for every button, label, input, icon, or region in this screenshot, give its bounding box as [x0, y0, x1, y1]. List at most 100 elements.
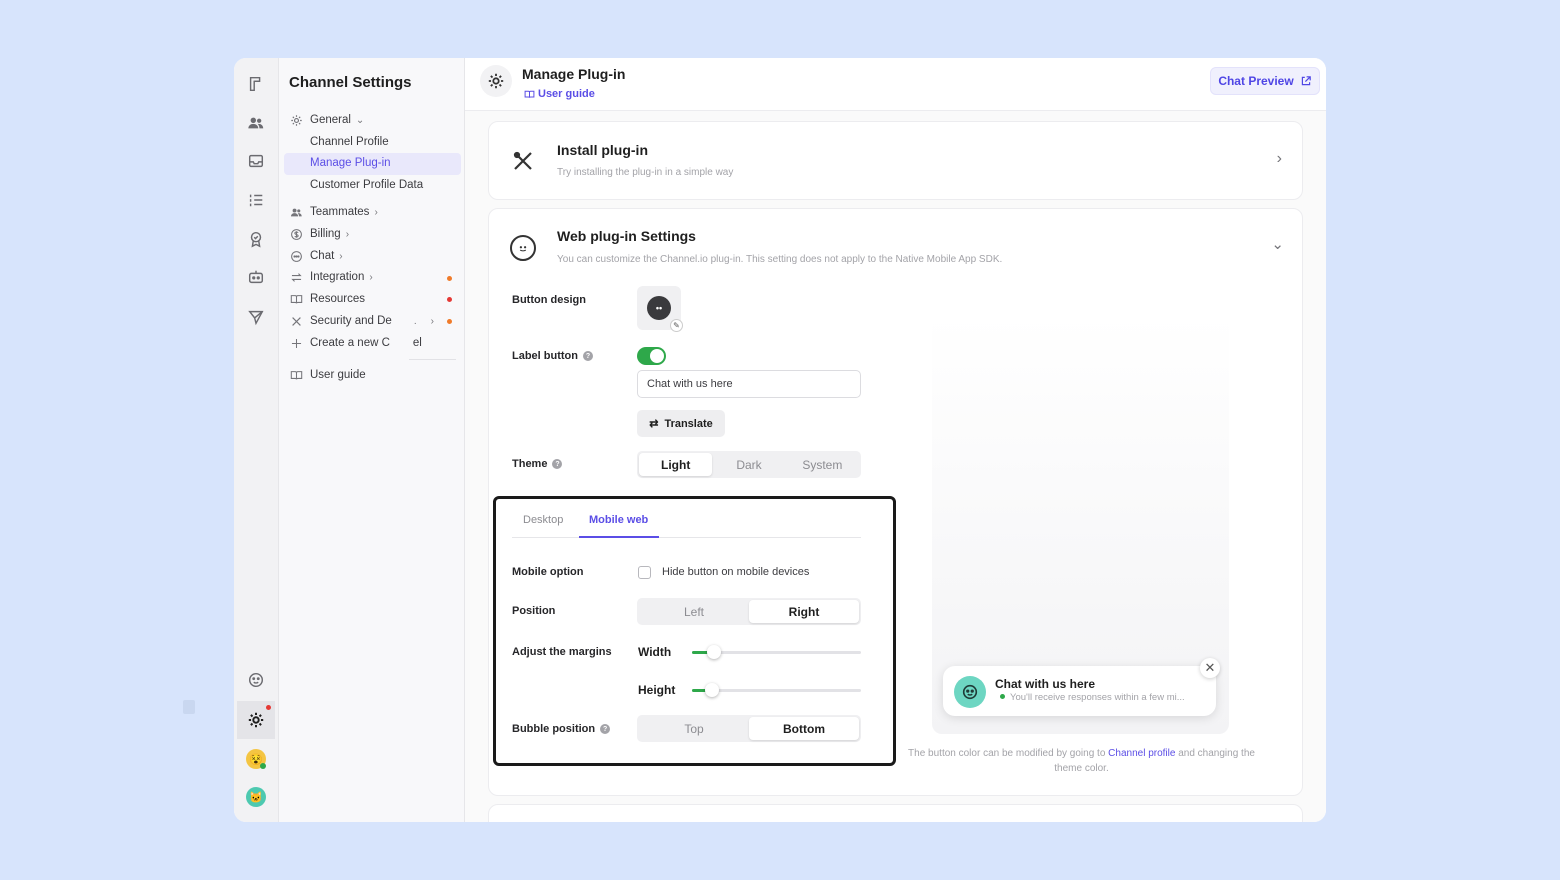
- chevron-right-icon: ›: [430, 315, 434, 327]
- position-selector: Left Right: [637, 598, 861, 625]
- book-icon: [289, 292, 303, 306]
- chat-preview-button[interactable]: Chat Preview: [1210, 67, 1320, 95]
- chevron-right-icon: ›: [1276, 150, 1282, 167]
- chevron-right-icon: ›: [345, 228, 350, 240]
- mobile-option-label: Mobile option: [512, 566, 584, 578]
- chat-preview-label: Chat Preview: [1218, 74, 1294, 88]
- position-option-right[interactable]: Right: [749, 600, 859, 623]
- sidebar-item-label: Billing: [310, 228, 341, 240]
- sidebar-item-user-guide[interactable]: User guide: [289, 365, 366, 385]
- tab-desktop[interactable]: Desktop: [523, 514, 563, 526]
- sidebar-item-label: Security and De: [310, 315, 392, 327]
- book-icon: [524, 90, 535, 98]
- sidebar-item-chat[interactable]: Chat ›: [289, 246, 343, 266]
- height-slider[interactable]: [692, 683, 861, 697]
- chevron-down-icon: ⌄: [355, 114, 365, 126]
- user-guide-label: User guide: [538, 88, 595, 100]
- arrows-swap-icon: [289, 270, 303, 284]
- gear-icon: [289, 113, 303, 127]
- background-marker: [183, 700, 195, 714]
- bubble-position-label: Bubble position?: [512, 723, 611, 735]
- sidebar-item-teammates[interactable]: Teammates ›: [289, 202, 378, 222]
- compose-icon[interactable]: [243, 71, 269, 97]
- position-option-left[interactable]: Left: [639, 600, 749, 623]
- web-plugin-title: Web plug-in Settings: [557, 228, 696, 244]
- button-design-preview[interactable]: •• ✎: [637, 286, 683, 332]
- integration-badge-dot: [447, 276, 452, 281]
- channel-talk-icon[interactable]: [243, 667, 269, 693]
- sidebar-item-general[interactable]: General ⌄: [289, 110, 364, 130]
- bot-icon[interactable]: [243, 264, 269, 290]
- sidebar-divider: [409, 359, 456, 360]
- award-icon[interactable]: [243, 226, 269, 252]
- external-link-icon: [1301, 76, 1311, 86]
- list-icon[interactable]: [243, 187, 269, 213]
- width-slider-knob[interactable]: [706, 645, 721, 659]
- translate-icon: ⇄: [649, 418, 659, 430]
- label-text-input[interactable]: Chat with us here: [637, 370, 861, 398]
- notification-dot: [266, 705, 271, 710]
- close-icon[interactable]: ✕: [1200, 658, 1220, 678]
- hide-button-label: Hide button on mobile devices: [662, 566, 810, 578]
- edit-icon[interactable]: ✎: [670, 319, 683, 332]
- inbox-icon[interactable]: [243, 148, 269, 174]
- install-plugin-card[interactable]: Install plug-in Try installing the plug-…: [488, 121, 1303, 200]
- help-icon: ?: [583, 351, 593, 361]
- width-slider[interactable]: [692, 645, 861, 659]
- tab-mobile-web[interactable]: Mobile web: [589, 514, 648, 526]
- translate-label: Translate: [664, 417, 713, 430]
- sidebar-item-create-channel[interactable]: Create a new C el: [289, 333, 422, 353]
- sidebar-title: Channel Settings: [289, 74, 412, 91]
- sidebar-item-billing[interactable]: Billing ›: [289, 224, 349, 244]
- tools-icon: [511, 149, 535, 178]
- bubble-title: Chat with us here: [995, 677, 1096, 691]
- page-header: Manage Plug-in User guide Chat Preview: [465, 58, 1326, 111]
- sidebar-item-label: General: [310, 114, 351, 126]
- label-button-label: Label button?: [512, 350, 593, 362]
- translate-button[interactable]: ⇄ Translate: [637, 410, 725, 437]
- theme-option-dark[interactable]: Dark: [712, 453, 785, 476]
- workspace-avatar[interactable]: 🐱: [246, 787, 266, 807]
- dollar-icon: [289, 227, 303, 241]
- position-label: Position: [512, 605, 556, 617]
- security-badge-dot: [447, 319, 452, 324]
- sidebar-item-security[interactable]: Security and De . ›: [289, 311, 434, 331]
- chevron-right-icon: ›: [374, 206, 378, 218]
- tab-underline: [579, 536, 659, 538]
- help-icon: ?: [552, 459, 563, 469]
- settings-sidebar: Channel Settings General ⌄ Channel Profi…: [279, 58, 465, 822]
- main-content: Manage Plug-in User guide Chat Preview I…: [465, 58, 1326, 822]
- theme-option-system[interactable]: System: [786, 453, 859, 476]
- sidebar-item-channel-profile[interactable]: Channel Profile: [310, 136, 389, 148]
- theme-option-light[interactable]: Light: [639, 453, 713, 476]
- sidebar-item-resources[interactable]: Resources: [289, 289, 365, 309]
- sidebar-item-label-tail: el: [412, 337, 422, 349]
- bubble-option-bottom[interactable]: Bottom: [749, 717, 859, 740]
- label-button-toggle[interactable]: [637, 347, 666, 365]
- user-guide-link[interactable]: User guide: [524, 88, 595, 100]
- sidebar-item-label: Create a new C: [310, 337, 390, 349]
- sidebar-item-integration[interactable]: Integration ›: [289, 267, 373, 287]
- book-icon: [289, 368, 303, 382]
- chevron-down-icon[interactable]: ⌄: [1271, 235, 1284, 253]
- channel-profile-link[interactable]: Channel profile: [1108, 748, 1175, 759]
- contacts-icon[interactable]: [243, 110, 269, 136]
- sidebar-item-customer-profile-data[interactable]: Customer Profile Data: [310, 179, 423, 191]
- sidebar-item-label: Chat: [310, 250, 335, 262]
- theme-label: Theme?: [512, 458, 563, 470]
- sidebar-item-manage-plugin[interactable]: Manage Plug-in: [310, 157, 391, 169]
- gear-icon: [480, 65, 512, 97]
- bubble-option-top[interactable]: Top: [639, 717, 749, 740]
- theme-color-note: The button color can be modified by goin…: [908, 748, 1255, 774]
- page-title: Manage Plug-in: [522, 66, 626, 82]
- web-plugin-settings-card: Web plug-in Settings You can customize t…: [488, 208, 1303, 796]
- hide-button-checkbox[interactable]: [638, 566, 651, 579]
- margins-label: Adjust the margins: [512, 646, 612, 658]
- tabs-divider: [512, 537, 861, 538]
- chat-icon: [289, 249, 303, 263]
- height-slider-knob[interactable]: [704, 683, 719, 697]
- send-icon[interactable]: [243, 304, 269, 330]
- sidebar-item-label: Integration: [310, 271, 365, 283]
- install-plugin-title: Install plug-in: [557, 142, 648, 158]
- app-window: 😵 🐱 Channel Settings General ⌄ Channel P…: [234, 58, 1326, 822]
